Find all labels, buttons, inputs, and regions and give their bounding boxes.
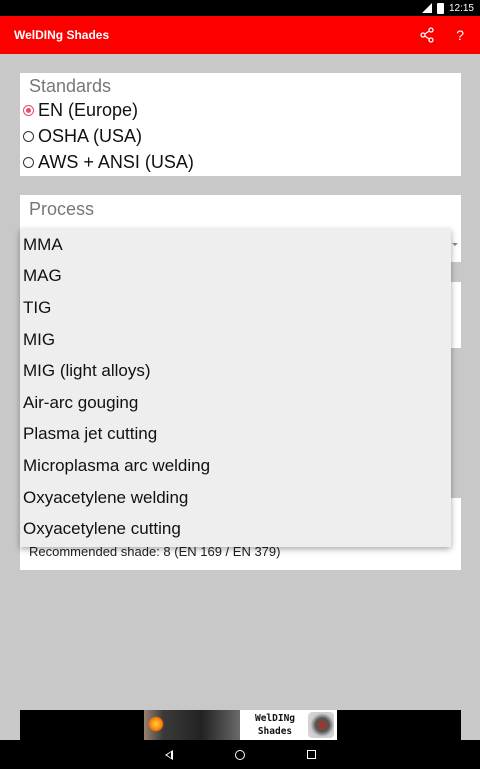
background-card-edge xyxy=(450,282,461,348)
dropdown-item-microplasma-arc-welding[interactable]: Microplasma arc welding xyxy=(20,450,451,482)
process-card: Process xyxy=(20,195,461,230)
radio-en[interactable]: EN (Europe) xyxy=(23,97,452,123)
dropdown-item-plasma-jet-cutting[interactable]: Plasma jet cutting xyxy=(20,419,451,451)
dropdown-item-oxyacetylene-cutting[interactable]: Oxyacetylene cutting xyxy=(20,513,451,545)
ad-text: WelDINg Shades xyxy=(240,712,310,738)
status-bar: 12:15 xyxy=(0,0,480,16)
status-time: 12:15 xyxy=(448,2,474,14)
ad-line-1: WelDINg xyxy=(254,713,296,724)
radio-unchecked-icon[interactable] xyxy=(23,130,34,142)
process-title: Process xyxy=(29,199,95,219)
spark-icon xyxy=(148,716,164,732)
navigation-bar xyxy=(0,740,480,769)
radio-checked-icon[interactable] xyxy=(23,104,34,116)
radio-aws-ansi[interactable]: AWS + ANSI (USA) xyxy=(23,149,452,175)
spinner-arrow-icon[interactable] xyxy=(452,243,458,246)
dropdown-item-tig[interactable]: TIG xyxy=(20,292,451,324)
app-bar: WelDINg Shades ? xyxy=(0,16,480,54)
dropdown-item-air-arc-gouging[interactable]: Air-arc gouging xyxy=(20,387,451,419)
radio-unchecked-icon[interactable] xyxy=(23,156,34,168)
radio-label: AWS + ANSI (USA) xyxy=(38,151,194,172)
recent-apps-icon[interactable] xyxy=(306,750,316,759)
dropdown-item-oxyacetylene-welding[interactable]: Oxyacetylene welding xyxy=(20,482,451,514)
standards-card: Standards EN (Europe) OSHA (USA) AWS + A… xyxy=(20,73,461,176)
ad-banner[interactable]: WelDINg Shades xyxy=(20,710,461,740)
app-title: WelDINg Shades xyxy=(14,28,110,42)
home-icon[interactable] xyxy=(234,749,245,760)
ad-image[interactable]: WelDINg Shades xyxy=(144,710,337,740)
battery-icon xyxy=(436,2,444,14)
radio-label: EN (Europe) xyxy=(38,99,139,120)
ad-line-2: Shades xyxy=(257,726,293,737)
dropdown-item-mig[interactable]: MIG xyxy=(20,324,451,356)
help-button[interactable]: ? xyxy=(456,27,464,43)
radio-osha[interactable]: OSHA (USA) xyxy=(23,123,452,149)
radio-label: OSHA (USA) xyxy=(38,125,143,146)
dropdown-item-mag[interactable]: MAG xyxy=(20,261,451,293)
dropdown-item-mma[interactable]: MMA xyxy=(20,229,451,261)
dropdown-item-mig-light-alloys[interactable]: MIG (light alloys) xyxy=(20,355,451,387)
signal-icon xyxy=(421,3,432,13)
standards-title: Standards xyxy=(29,76,112,96)
back-icon[interactable] xyxy=(164,749,173,760)
share-icon[interactable] xyxy=(420,27,434,43)
process-spinner-edge[interactable] xyxy=(450,230,461,262)
welding-mask-icon xyxy=(308,712,334,738)
process-dropdown[interactable]: MMA MAG TIG MIG MIG (light alloys) Air-a… xyxy=(20,229,451,547)
